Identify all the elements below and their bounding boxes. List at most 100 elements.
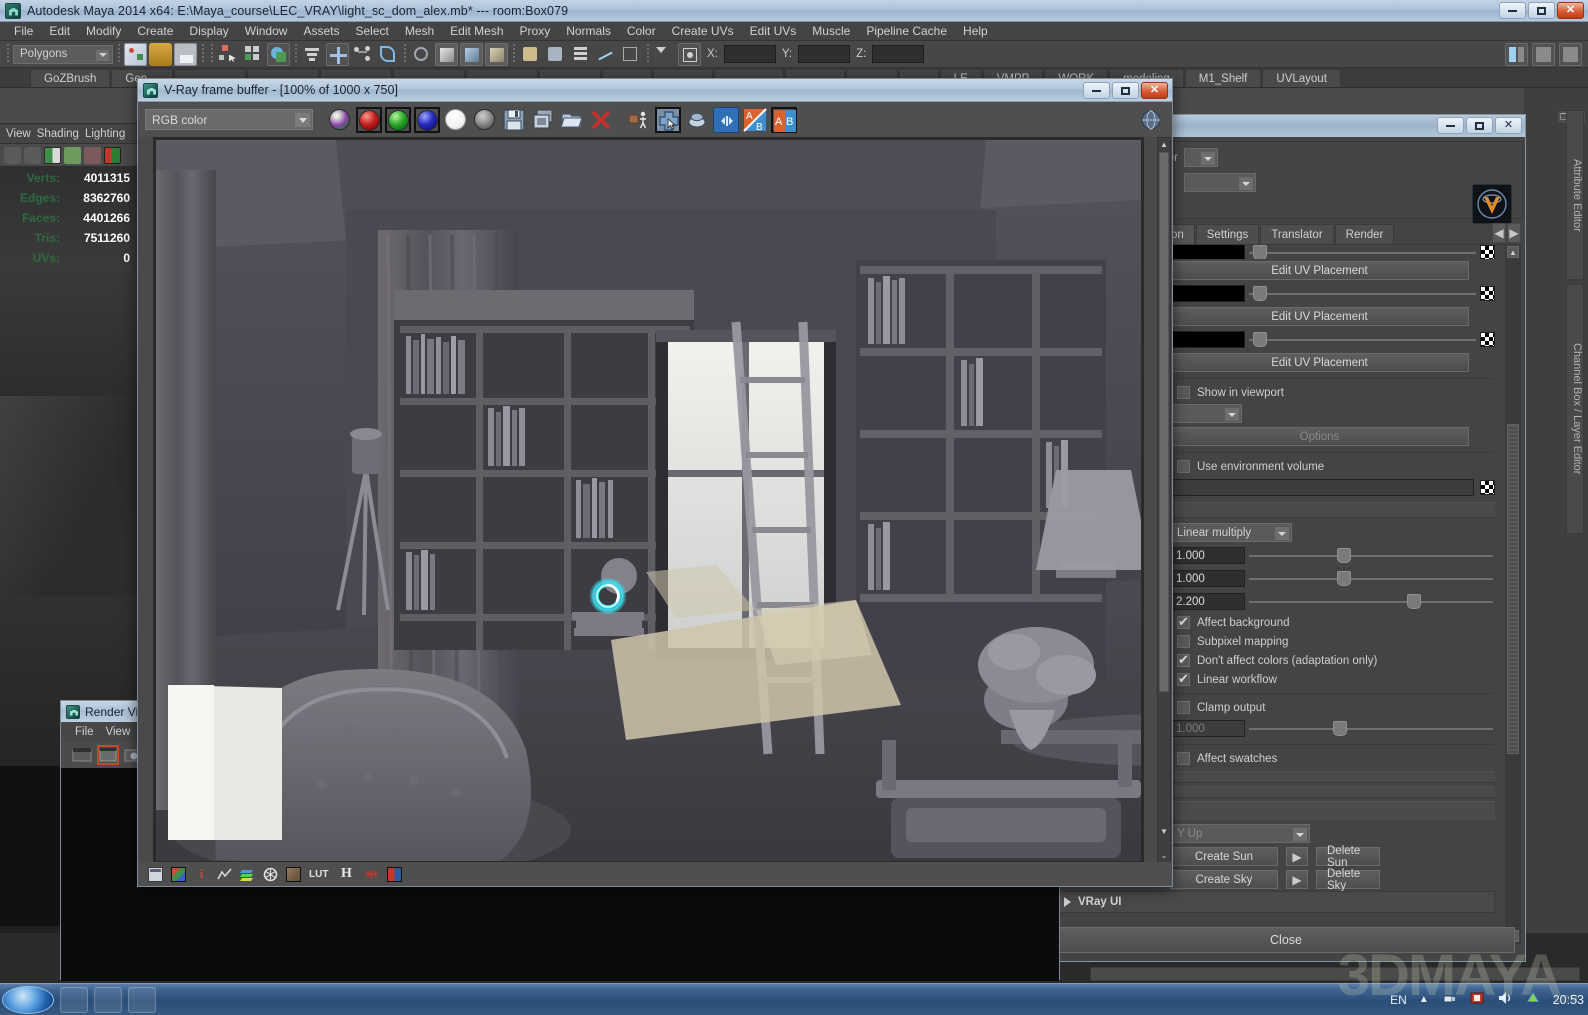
viewport-menu-bar[interactable]: View Shading Lighting — [0, 124, 140, 144]
shelf-tab-uvlayout[interactable]: UVLayout — [1262, 69, 1341, 87]
windows-taskbar[interactable]: EN ▲ 20:53 — [0, 983, 1588, 1015]
scrollbar-thumb[interactable] — [1507, 424, 1519, 754]
menu-item-pipeline-cache[interactable]: Pipeline Cache — [858, 23, 955, 39]
book-icon[interactable] — [44, 146, 61, 164]
right-vertical-tabs[interactable]: Attribute Editor Channel Box / Layer Edi… — [1566, 110, 1586, 750]
vray-ui-section[interactable]: VRay UI — [1055, 891, 1495, 913]
sky-map-button-icon[interactable]: ▶ — [1286, 870, 1308, 889]
render-settings-scrollbar[interactable]: ▲ ▼ — [1506, 244, 1521, 944]
toolbar-drag-handle-7[interactable] — [510, 43, 517, 65]
select-by-component-type-icon[interactable] — [267, 42, 290, 66]
coord-x-input[interactable] — [723, 45, 776, 63]
close-render-settings-button[interactable]: Close — [1057, 927, 1515, 953]
tab-scroll-left-icon[interactable]: ◀ — [1492, 223, 1506, 243]
subpixel-mapping-checkbox[interactable] — [1177, 635, 1190, 648]
ipr-render-icon[interactable] — [460, 42, 483, 66]
renderer-dropdown[interactable] — [1184, 148, 1218, 167]
preset-dropdown[interactable] — [1184, 173, 1256, 192]
vfb-status-bar[interactable]: i LUT H — [138, 862, 1172, 886]
render-current-frame-icon[interactable] — [435, 42, 458, 66]
volume-icon[interactable] — [1497, 990, 1513, 1009]
tab-scroll-buttons[interactable]: ◀ ▶ — [1492, 223, 1521, 243]
show-attribute-editor-icon[interactable] — [1532, 42, 1555, 66]
menu-item-assets[interactable]: Assets — [295, 23, 347, 39]
open-scene-icon[interactable] — [149, 42, 172, 66]
edit-uv-placement-button-1[interactable]: Edit UV Placement — [1170, 261, 1469, 280]
grid-toggle-icon[interactable] — [64, 146, 81, 164]
hue-icon[interactable]: H — [341, 866, 356, 882]
language-indicator[interactable]: EN — [1390, 993, 1407, 1007]
green-channel-icon[interactable] — [385, 106, 411, 133]
menu-item-help[interactable]: Help — [955, 23, 996, 39]
toolbar-drag-handle-3[interactable] — [199, 43, 206, 65]
gamma-input[interactable]: 2.200 — [1170, 593, 1245, 610]
pixel-info-icon[interactable] — [148, 866, 163, 882]
menu-item-edit[interactable]: Edit — [41, 23, 78, 39]
bright-multiplier-slider[interactable] — [1249, 570, 1493, 587]
blue-channel-icon[interactable] — [414, 106, 440, 133]
menu-item-color[interactable]: Color — [619, 23, 664, 39]
chevron-down-icon[interactable] — [1225, 408, 1239, 421]
color-swatch-1[interactable] — [1170, 285, 1245, 302]
menu-item-display[interactable]: Display — [181, 23, 236, 39]
scroll-up-icon[interactable]: ▲ — [1159, 139, 1169, 150]
scroll-up-icon[interactable]: ▲ — [1507, 246, 1519, 258]
outliner-icon[interactable] — [569, 43, 592, 66]
attribute-editor-icon[interactable] — [619, 43, 642, 66]
snap-to-view-plane-icon[interactable] — [376, 43, 399, 66]
menu-item-muscle[interactable]: Muscle — [804, 23, 858, 39]
override-for-dropdown[interactable] — [1170, 404, 1242, 423]
affect-background-checkbox[interactable] — [1177, 614, 1190, 630]
load-image-icon[interactable] — [559, 107, 585, 133]
vray-globe-icon[interactable] — [1138, 107, 1164, 133]
color-corrections-icon[interactable] — [171, 866, 186, 882]
curve-icon[interactable] — [217, 867, 232, 882]
color-swatch[interactable] — [1170, 245, 1245, 259]
toolbar-drag-handle-6[interactable] — [401, 43, 408, 65]
toolbar-drag-handle-4[interactable] — [208, 43, 215, 65]
rs-minimize-button[interactable] — [1437, 117, 1464, 134]
taskbar-item[interactable] — [94, 986, 122, 1013]
options-button[interactable]: Options — [1170, 427, 1469, 446]
menu-item-edit-uvs[interactable]: Edit UVs — [742, 23, 805, 39]
chevron-down-icon[interactable] — [1293, 828, 1307, 841]
clamp-output-checkbox[interactable] — [1177, 701, 1190, 714]
rs-close-button[interactable]: ✕ — [1495, 117, 1522, 134]
select-by-hierarchy-icon[interactable] — [217, 43, 240, 66]
network-icon[interactable] — [1469, 990, 1485, 1009]
tab-settings[interactable]: Settings — [1195, 224, 1260, 244]
main-menu-bar[interactable]: File Edit Modify Create Display Window A… — [0, 22, 1588, 41]
usb-icon[interactable] — [1441, 990, 1457, 1009]
vfb-vertical-scrollbar[interactable]: ▲ ▼ ⌄ — [1157, 137, 1171, 864]
create-sky-button[interactable]: Create Sky — [1170, 870, 1278, 889]
menu-item-create[interactable]: Create — [129, 23, 181, 39]
rgb-color-channel-icon[interactable] — [327, 107, 353, 133]
selection-mode-dropdown[interactable]: Polygons — [13, 44, 113, 64]
scroll-down-icon[interactable]: ▼ — [1159, 826, 1169, 837]
exposure-icon[interactable] — [263, 867, 278, 882]
chevron-down-icon[interactable] — [1201, 152, 1215, 165]
track-mouse-icon[interactable] — [626, 107, 652, 133]
snap-to-point-icon[interactable] — [326, 42, 349, 66]
shelf-tab-gozbrush[interactable]: GoZBrush — [30, 69, 111, 87]
new-scene-icon[interactable] — [124, 42, 147, 66]
vfb-channel-select[interactable]: RGB color — [145, 109, 313, 130]
hypershade-icon[interactable] — [519, 43, 542, 66]
srgb-icon[interactable] — [387, 866, 402, 882]
show-sidebar-icon[interactable] — [1505, 42, 1528, 66]
viewport-menu-view[interactable]: View — [6, 128, 31, 140]
menu-item-proxy[interactable]: Proxy — [512, 23, 559, 39]
taskbar-item[interactable] — [128, 986, 156, 1013]
menu-item-modify[interactable]: Modify — [78, 23, 129, 39]
delete-sun-button[interactable]: Delete Sun — [1316, 845, 1380, 869]
levels-icon[interactable] — [240, 867, 255, 882]
alpha-channel-icon[interactable] — [443, 107, 469, 133]
create-sun-button[interactable]: Create Sun — [1170, 847, 1278, 866]
type-dropdown[interactable]: Linear multiply — [1170, 523, 1292, 542]
vfb-toolbar[interactable]: RGB color A B A B — [138, 102, 1172, 137]
dark-multiplier-input[interactable]: 1.000 — [1170, 547, 1245, 564]
viewport-menu-shading[interactable]: Shading — [37, 128, 79, 140]
vfb-minimize-button[interactable] — [1083, 82, 1110, 99]
save-scene-icon[interactable] — [174, 42, 197, 66]
red-channel-icon[interactable] — [356, 106, 382, 133]
